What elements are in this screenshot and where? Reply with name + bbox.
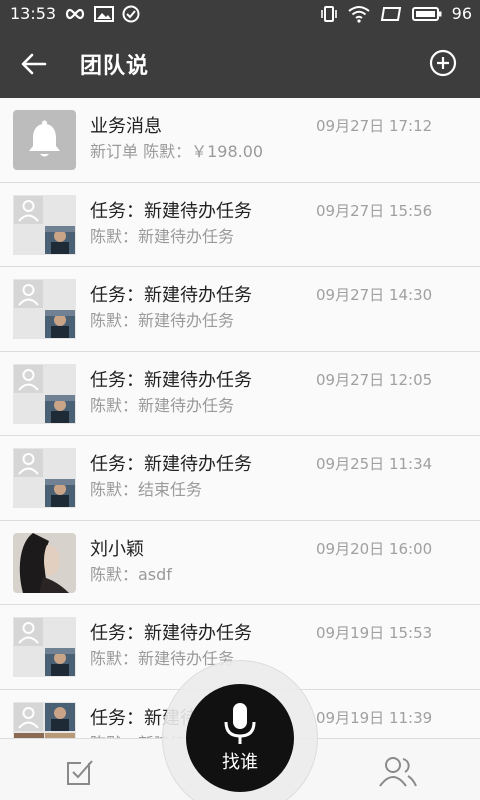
person-avatar: [13, 532, 76, 593]
bell-icon: [29, 120, 60, 157]
status-bar: 13:53 96: [0, 0, 480, 28]
message-title: 业务消息: [90, 116, 162, 137]
notification-icons: [64, 5, 140, 23]
message-list[interactable]: 业务消息 新订单 陈默：￥198.00 09月27日 17:12 任务：新建待办…: [0, 98, 480, 738]
battery-icon: [411, 6, 442, 21]
message-title: 任务：新建待办任务: [90, 454, 252, 475]
infinity-icon: [65, 8, 85, 20]
tab-contacts[interactable]: [376, 753, 420, 789]
message-row[interactable]: 任务：新建待办任务 陈默：结束任务 09月25日 11:34: [0, 436, 480, 521]
image-icon: [94, 6, 114, 22]
message-time: 09月19日 11:39: [316, 708, 433, 727]
page-title: 团队说: [80, 54, 150, 79]
message-time: 09月19日 15:53: [316, 624, 433, 642]
microphone-icon: [224, 703, 256, 744]
group-avatar: [13, 363, 76, 424]
message-row[interactable]: 任务：新建待办任务 陈默：新建待办任务 09月27日 14:30: [0, 267, 480, 352]
message-title: 任务：新建待办任务: [90, 623, 252, 644]
message-title: 任务：新建待办任务: [90, 369, 252, 391]
window-icon: [380, 6, 401, 21]
message-title: 刘小颖: [90, 538, 144, 560]
battery-level: 96: [451, 4, 472, 23]
check-circle-icon: [122, 5, 140, 23]
status-time: 13:53: [10, 4, 57, 23]
group-avatar: [13, 617, 76, 677]
tab-tasks[interactable]: [60, 755, 100, 789]
message-row[interactable]: 任务：新建待办任务 陈默：新建待办任务 09月27日 15:56: [0, 182, 480, 267]
message-row[interactable]: 刘小颖 陈默：asdf 09月20日 16:00: [0, 520, 480, 605]
message-time: 09月25日 11:34: [316, 455, 433, 473]
message-time: 09月27日 17:12: [316, 117, 433, 135]
group-avatar: [13, 701, 76, 738]
add-button[interactable]: [426, 46, 460, 80]
message-time: 09月27日 14:30: [316, 286, 433, 304]
message-time: 09月27日 15:56: [316, 201, 433, 220]
plus-circle-icon: [429, 49, 457, 77]
voice-button-label: 找谁: [222, 752, 258, 773]
message-time: 09月20日 16:00: [316, 539, 433, 558]
message-row[interactable]: 任务：新建待办任务 陈默：新建待办任务 09月27日 12:05: [0, 351, 480, 436]
arrow-left-icon: [21, 53, 47, 75]
group-avatar: [13, 279, 76, 339]
message-preview: 陈默：结束任务: [90, 480, 203, 499]
back-button[interactable]: [14, 44, 54, 84]
group-avatar: [13, 194, 76, 255]
vibrate-icon: [320, 5, 337, 22]
voice-search-button[interactable]: 找谁: [186, 684, 294, 792]
message-preview: 陈默：新建待办任务: [90, 311, 235, 330]
message-time: 09月27日 12:05: [316, 370, 433, 389]
message-title: 任务：新建待办任务: [90, 200, 252, 222]
group-avatar: [13, 448, 76, 508]
message-preview: 新订单 陈默：￥198.00: [90, 142, 264, 161]
message-preview: 陈默：asdf: [90, 564, 172, 584]
people-icon: [379, 757, 417, 787]
message-preview: 陈默：新建待办任务: [90, 226, 235, 246]
wifi-icon: [348, 5, 370, 23]
message-title: 任务：新建待办任务: [90, 285, 252, 306]
message-preview: 陈默：新建待办任务: [90, 395, 235, 415]
checkbox-icon: [67, 760, 93, 785]
bell-avatar: [13, 110, 76, 170]
message-row[interactable]: 业务消息 新订单 陈默：￥198.00 09月27日 17:12: [0, 98, 480, 183]
title-bar: 团队说: [0, 28, 480, 98]
system-icons: 96: [320, 4, 472, 23]
